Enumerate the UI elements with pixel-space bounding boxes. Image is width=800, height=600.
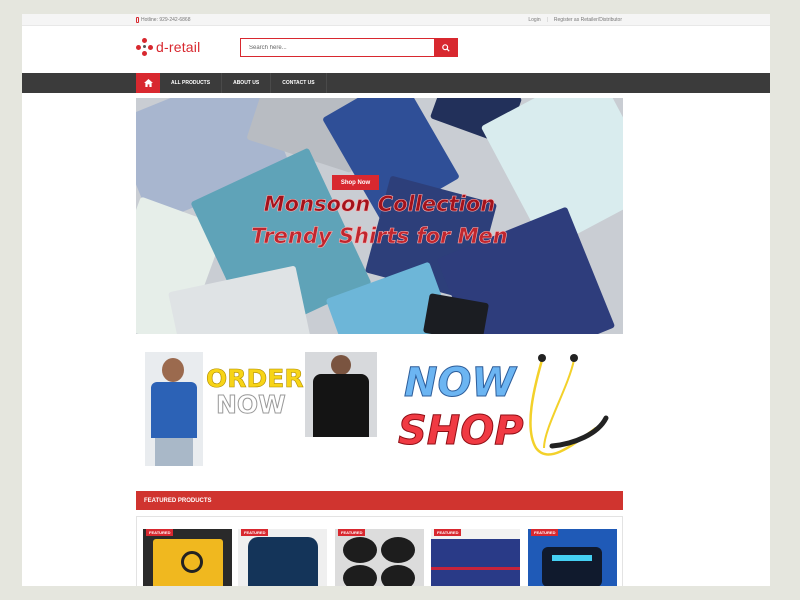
nav-home-button[interactable] xyxy=(136,73,160,93)
black-shirt-model-image xyxy=(305,352,377,437)
featured-badge: FEATURED xyxy=(531,529,559,536)
top-bar: Hotline: 929-242-6868 Login | Register a… xyxy=(22,14,770,26)
hero-banner[interactable]: Shop Now Monsoon Collection Trendy Shirt… xyxy=(136,98,623,334)
home-icon xyxy=(143,79,153,87)
search-button[interactable] xyxy=(434,39,457,56)
tshirt-model-image xyxy=(145,352,203,466)
account-links: Login | Register as Retailer/Distributor xyxy=(528,17,622,23)
promo-now-blue-text: NOW xyxy=(404,360,517,407)
featured-products-grid: FEATURED FEATURED FEATURED FEATURED FEAT… xyxy=(136,516,623,586)
logo[interactable]: d-retail xyxy=(136,38,200,56)
featured-badge: FEATURED xyxy=(434,529,462,536)
link-separator: | xyxy=(546,17,548,23)
product-card[interactable]: FEATURED xyxy=(238,529,327,586)
featured-products-header: FEATURED PRODUCTS xyxy=(136,491,623,510)
hotline-text: Hotline: 929-242-6868 xyxy=(141,17,191,23)
login-link[interactable]: Login xyxy=(528,17,540,23)
header: d-retail xyxy=(22,26,770,73)
banner-headline: Monsoon Collection xyxy=(263,192,496,217)
banner-subheadline: Trendy Shirts for Men xyxy=(251,224,508,249)
nav-all-products[interactable]: ALL PRODUCTS xyxy=(160,73,223,93)
featured-badge: FEATURED xyxy=(146,529,174,536)
promo-now-text: NOW xyxy=(216,390,287,420)
neckband-earphones-image xyxy=(529,354,609,456)
register-link[interactable]: Register as Retailer/Distributor xyxy=(554,17,622,23)
featured-badge: FEATURED xyxy=(241,529,269,536)
product-card[interactable]: FEATURED xyxy=(431,529,520,586)
search-icon xyxy=(441,43,450,52)
shop-now-button[interactable]: Shop Now xyxy=(332,175,379,190)
featured-badge: FEATURED xyxy=(338,529,366,536)
search-box xyxy=(240,38,458,57)
main-nav: ALL PRODUCTS ABOUT US CONTACT US xyxy=(22,73,770,93)
promo-banner[interactable]: ORDER NOW NOW SHOP xyxy=(136,346,623,472)
browser-page: Hotline: 929-242-6868 Login | Register a… xyxy=(22,14,770,586)
product-card[interactable]: FEATURED xyxy=(528,529,617,586)
promo-shop-text: SHOP xyxy=(398,408,525,455)
promo-order-text: ORDER xyxy=(206,364,304,394)
hotline: Hotline: 929-242-6868 xyxy=(136,17,190,23)
nav-about-us[interactable]: ABOUT US xyxy=(222,73,272,93)
product-card[interactable]: FEATURED xyxy=(143,529,232,586)
phone-icon xyxy=(136,17,139,23)
logo-text: d-retail xyxy=(156,39,201,55)
logo-icon xyxy=(136,38,154,56)
product-card[interactable]: FEATURED xyxy=(335,529,424,586)
nav-contact-us[interactable]: CONTACT US xyxy=(271,73,327,93)
search-input[interactable] xyxy=(241,39,434,56)
